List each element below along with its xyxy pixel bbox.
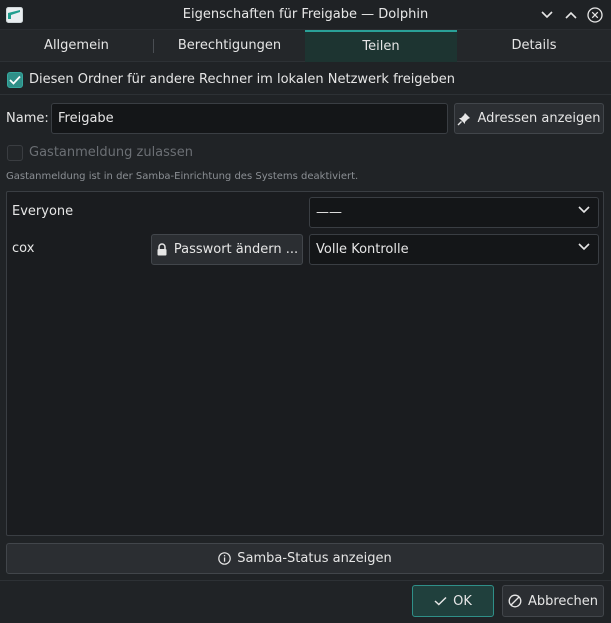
window-title: Eigenschaften für Freigabe — Dolphin xyxy=(182,7,429,22)
pin-icon xyxy=(457,112,471,125)
guest-login-label: Gastanmeldung zulassen xyxy=(29,145,193,160)
checkmark-icon xyxy=(434,596,447,606)
cancel-button[interactable]: Abbrechen xyxy=(502,585,604,617)
show-addresses-label: Adressen anzeigen xyxy=(477,111,601,126)
change-password-button[interactable]: Passwort ändern ... xyxy=(151,234,303,265)
change-password-label: Passwort ändern ... xyxy=(173,242,299,257)
tab-teilen[interactable]: Teilen xyxy=(305,30,457,62)
guest-login-checkbox[interactable] xyxy=(7,145,23,161)
share-name-input[interactable]: Freigabe xyxy=(51,103,448,134)
share-folder-label[interactable]: Diesen Ordner für andere Rechner im loka… xyxy=(29,71,455,89)
user-name-everyone: Everyone xyxy=(12,204,74,219)
close-button[interactable] xyxy=(585,5,605,25)
tab-bar: Allgemein Berechtigungen Teilen Details xyxy=(0,30,611,62)
permission-select-cox[interactable]: Volle Kontrolle xyxy=(309,234,599,265)
divider xyxy=(0,94,611,95)
info-icon xyxy=(218,552,232,565)
chevron-down-icon xyxy=(578,243,590,251)
title-bar: Eigenschaften für Freigabe — Dolphin xyxy=(0,0,611,30)
guest-login-note: Gastanmeldung ist in der Samba-Einrichtu… xyxy=(6,171,359,182)
samba-status-label: Samba-Status anzeigen xyxy=(237,551,392,566)
checkmark-icon xyxy=(9,75,21,85)
permission-value-everyone: —— xyxy=(316,205,342,220)
share-folder-checkbox[interactable] xyxy=(7,72,23,88)
lock-icon xyxy=(157,243,167,256)
minimize-button[interactable] xyxy=(537,5,557,25)
tab-details[interactable]: Details xyxy=(457,30,611,62)
divider xyxy=(0,580,611,581)
user-permissions-panel: Everyone —— cox Passwort ändern ... Voll… xyxy=(6,191,604,536)
ok-button[interactable]: OK xyxy=(412,585,494,617)
tab-berechtigungen[interactable]: Berechtigungen xyxy=(154,30,305,62)
tab-allgemein[interactable]: Allgemein xyxy=(0,30,153,62)
ok-label: OK xyxy=(453,593,472,609)
show-addresses-button[interactable]: Adressen anzeigen xyxy=(454,103,604,134)
share-name-value: Freigabe xyxy=(58,111,114,126)
cancel-icon xyxy=(508,594,522,608)
name-label: Name: xyxy=(6,111,49,126)
permission-select-everyone[interactable]: —— xyxy=(309,197,599,228)
user-name-cox: cox xyxy=(12,241,35,256)
cancel-label: Abbrechen xyxy=(527,593,599,609)
permission-value-cox: Volle Kontrolle xyxy=(316,242,409,257)
maximize-button[interactable] xyxy=(561,5,581,25)
chevron-down-icon xyxy=(578,206,590,214)
samba-status-button[interactable]: Samba-Status anzeigen xyxy=(6,543,604,574)
